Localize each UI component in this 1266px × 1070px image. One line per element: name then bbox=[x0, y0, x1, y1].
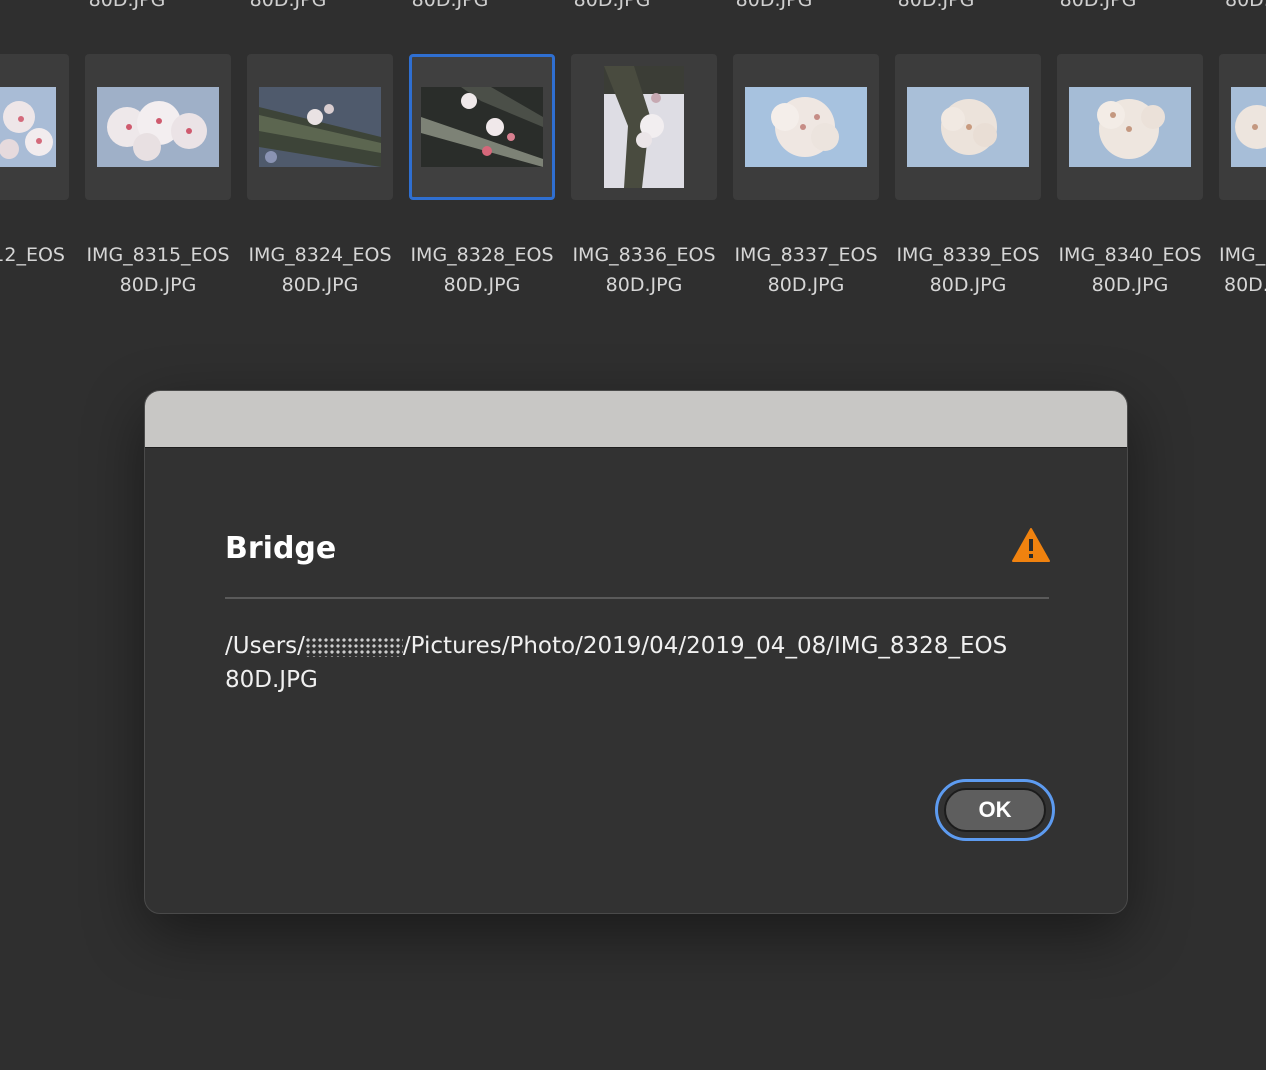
alert-dialog: Bridge /Users//Pictures/Photo/2019/04/20… bbox=[144, 390, 1128, 914]
thumbnail-filename-ext: 80D.JPG bbox=[929, 274, 1007, 296]
thumbnail-cell[interactable] bbox=[895, 54, 1041, 200]
thumbnail-filename: IMG_8340_EOS bbox=[1058, 244, 1202, 266]
thumbnail-filename: IMG_8315_EOS bbox=[86, 244, 230, 266]
thumbnail-image bbox=[1069, 87, 1191, 167]
thumbnail-filename-ext: 80D.JPG bbox=[605, 274, 683, 296]
thumbnail-cell[interactable] bbox=[85, 54, 231, 200]
ok-button[interactable]: OK bbox=[944, 788, 1046, 832]
thumbnail-label-top: 80D.JPG bbox=[411, 0, 489, 11]
thumbnail-filename: IMG_8324_EOS bbox=[248, 244, 392, 266]
thumbnail-image bbox=[0, 87, 56, 167]
thumbnail-image bbox=[907, 87, 1029, 167]
file-path-prefix: /Users/ bbox=[225, 633, 305, 659]
thumbnail-filename-ext: 80D.JPG bbox=[767, 274, 845, 296]
thumbnail-filename: IMG_ bbox=[1219, 244, 1266, 266]
thumbnail-filename: IMG_8339_EOS bbox=[896, 244, 1040, 266]
thumbnail-image bbox=[745, 87, 867, 167]
thumbnail-label-top: 80D.JPG bbox=[897, 0, 975, 11]
thumbnail-filename: 12_EOS bbox=[0, 244, 65, 266]
thumbnail-cell[interactable] bbox=[1219, 54, 1266, 200]
thumbnail-label-top: 80D.JPG bbox=[88, 0, 166, 11]
thumbnail-cell[interactable] bbox=[247, 54, 393, 200]
thumbnail-filename: IMG_8337_EOS bbox=[734, 244, 878, 266]
thumbnail-filename-ext: 80D.JPG bbox=[443, 274, 521, 296]
thumbnail-cell[interactable] bbox=[571, 54, 717, 200]
thumbnail-cell[interactable] bbox=[733, 54, 879, 200]
thumbnail-label-top: 80D.JPG bbox=[735, 0, 813, 11]
thumbnail-label-top: 80D. bbox=[1225, 0, 1266, 11]
dialog-title: Bridge bbox=[225, 531, 337, 566]
thumbnail-filename: IMG_8336_EOS bbox=[572, 244, 716, 266]
thumbnail-image bbox=[1231, 87, 1266, 167]
thumbnail-image bbox=[604, 66, 684, 188]
thumbnail-filename-ext: 80D.JPG bbox=[1091, 274, 1169, 296]
thumbnail-image bbox=[259, 87, 381, 167]
warning-icon bbox=[1011, 527, 1051, 563]
dialog-titlebar[interactable] bbox=[145, 391, 1127, 448]
dialog-divider bbox=[225, 597, 1049, 599]
thumbnail-image bbox=[421, 87, 543, 167]
thumbnail-filename-ext: 80D. bbox=[1224, 274, 1266, 296]
thumbnail-label-top: 80D.JPG bbox=[249, 0, 327, 11]
thumbnail-image bbox=[97, 87, 219, 167]
ok-button-focus-ring: OK bbox=[935, 779, 1055, 841]
thumbnail-label-top: 80D.JPG bbox=[1059, 0, 1137, 11]
thumbnail-filename: IMG_8328_EOS bbox=[410, 244, 554, 266]
thumbnail-label-top: 80D.JPG bbox=[573, 0, 651, 11]
redacted-username bbox=[304, 637, 403, 657]
thumbnail-filename-ext: 80D.JPG bbox=[281, 274, 359, 296]
thumbnail-filename-ext: 80D.JPG bbox=[119, 274, 197, 296]
thumbnail-cell-selected[interactable] bbox=[409, 54, 555, 200]
dialog-message: /Users//Pictures/Photo/2019/04/2019_04_0… bbox=[225, 629, 1055, 697]
bridge-window: 80D.JPG 80D.JPG 80D.JPG 80D.JPG 80D.JPG … bbox=[0, 0, 1266, 1070]
thumbnail-cell[interactable] bbox=[0, 54, 69, 200]
thumbnail-cell[interactable] bbox=[1057, 54, 1203, 200]
